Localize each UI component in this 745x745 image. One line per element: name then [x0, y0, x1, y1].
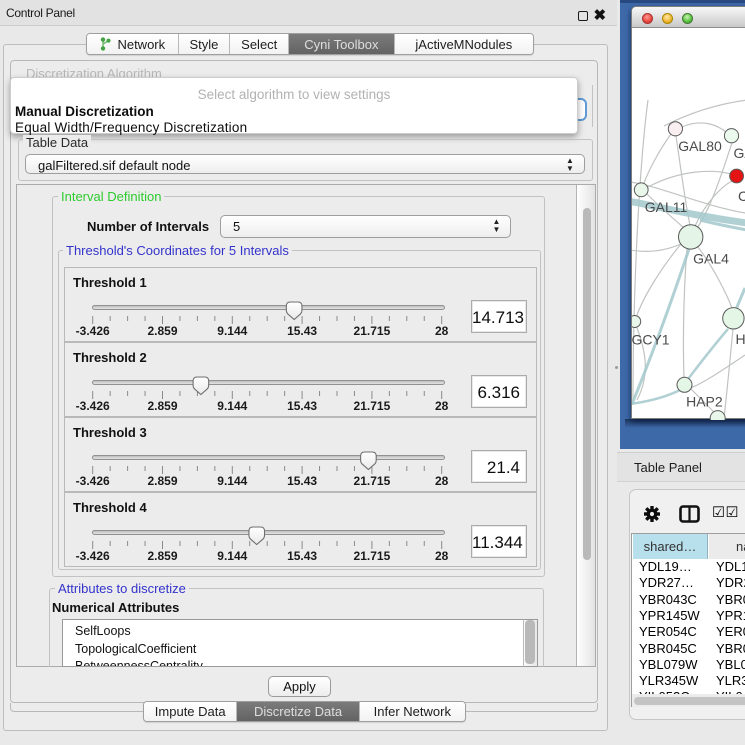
- svg-text:HI: HI: [736, 331, 745, 347]
- svg-text:GCY1: GCY1: [632, 332, 670, 348]
- svg-text:CA: CA: [738, 188, 745, 204]
- svg-text:HAP2: HAP2: [686, 394, 723, 410]
- svg-text:GAL80: GAL80: [678, 138, 722, 154]
- svg-text:GAL4: GAL4: [693, 251, 729, 267]
- svg-text:GA: GA: [734, 145, 745, 161]
- svg-text:GAL11: GAL11: [645, 199, 688, 215]
